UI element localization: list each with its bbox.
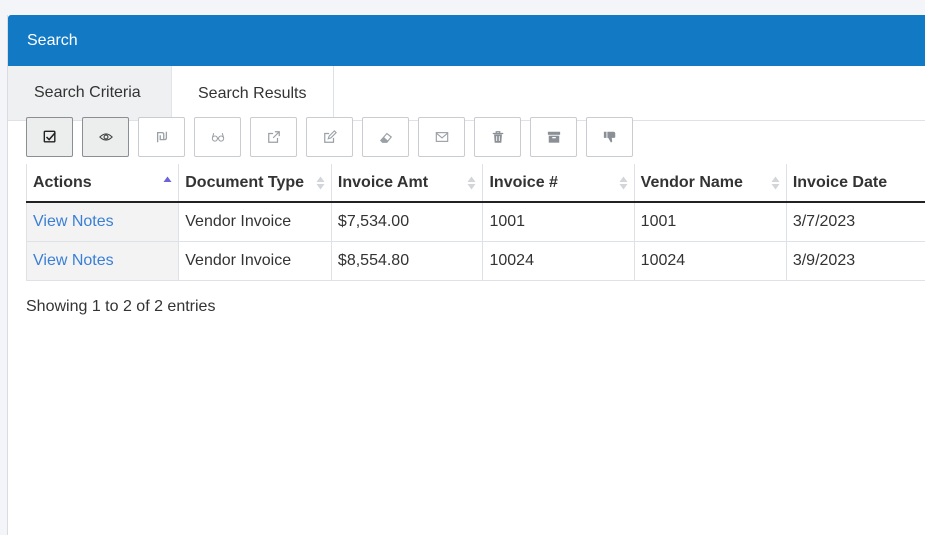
panel-header: Search [8, 15, 925, 66]
column-header-invoice-number[interactable]: Invoice # [483, 164, 634, 202]
glasses-icon [211, 130, 225, 144]
eraser-icon [379, 130, 393, 144]
preview-button[interactable] [194, 117, 241, 157]
archive-button[interactable] [530, 117, 577, 157]
invoice-number-cell: 1001 [483, 202, 634, 241]
table-row: View Notes Vendor Invoice $8,554.80 1002… [27, 241, 925, 280]
column-header-actions[interactable]: Actions [27, 164, 179, 202]
vendor-name-cell: 1001 [634, 202, 786, 241]
view-button[interactable] [82, 117, 129, 157]
reject-button[interactable] [586, 117, 633, 157]
delete-button[interactable] [474, 117, 521, 157]
open-external-button[interactable] [250, 117, 297, 157]
table-header-row: Actions Document Type Invoice Amt Invoic… [27, 164, 925, 202]
trash-icon [491, 130, 505, 144]
column-header-vendor-name[interactable]: Vendor Name [634, 164, 786, 202]
view-notes-link[interactable]: View Notes [27, 202, 179, 241]
table-row: View Notes Vendor Invoice $7,534.00 1001… [27, 202, 925, 241]
tab-search-results[interactable]: Search Results [172, 66, 334, 121]
select-all-button[interactable] [26, 117, 73, 157]
invoice-amt-cell: $7,534.00 [331, 202, 483, 241]
table-info: Showing 1 to 2 of 2 entries [26, 298, 215, 316]
external-link-icon [267, 130, 281, 144]
archive-icon [547, 130, 561, 144]
sort-icon [467, 175, 476, 191]
tab-label: Search Criteria [34, 84, 141, 102]
sort-icon [316, 175, 325, 191]
sort-icon [619, 175, 628, 191]
invoice-date-cell: 3/9/2023 [786, 241, 925, 280]
column-header-document-type[interactable]: Document Type [179, 164, 332, 202]
envelope-icon [435, 130, 449, 144]
tab-search-criteria[interactable]: Search Criteria [8, 66, 172, 120]
invoice-date-cell: 3/7/2023 [786, 202, 925, 241]
document-type-cell: Vendor Invoice [179, 241, 332, 280]
erase-button[interactable] [362, 117, 409, 157]
thumbs-down-icon [603, 130, 617, 144]
sort-icon [771, 175, 780, 191]
currency-button[interactable] [138, 117, 185, 157]
invoice-number-cell: 10024 [483, 241, 634, 280]
vendor-name-cell: 10024 [634, 241, 786, 280]
column-header-invoice-date[interactable]: Invoice Date [786, 164, 925, 202]
panel-title: Search [27, 32, 78, 50]
eye-icon [99, 130, 113, 144]
tab-label: Search Results [198, 85, 307, 103]
email-button[interactable] [418, 117, 465, 157]
check-square-icon [43, 130, 57, 144]
document-type-cell: Vendor Invoice [179, 202, 332, 241]
view-notes-link[interactable]: View Notes [27, 241, 179, 280]
sort-asc-icon [163, 175, 172, 191]
currency-shekel-icon [155, 130, 169, 144]
edit-button[interactable] [306, 117, 353, 157]
results-table: Actions Document Type Invoice Amt Invoic… [26, 164, 925, 281]
column-header-invoice-amt[interactable]: Invoice Amt [331, 164, 483, 202]
edit-icon [323, 130, 337, 144]
tab-bar: Search Criteria Search Results [8, 66, 925, 121]
results-toolbar [26, 117, 633, 157]
invoice-amt-cell: $8,554.80 [331, 241, 483, 280]
